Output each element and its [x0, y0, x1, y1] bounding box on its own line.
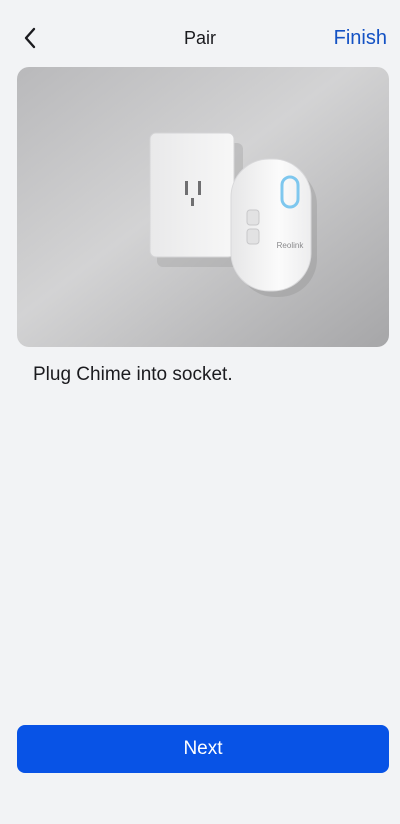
nav-bar: Pair Finish	[0, 0, 400, 76]
instruction-text: Plug Chime into socket.	[33, 364, 233, 385]
next-button[interactable]: Next	[17, 725, 389, 773]
finish-button[interactable]: Finish	[334, 27, 387, 50]
brand-logo: Reolink	[277, 241, 305, 250]
chime-in-socket-image: Reolink	[17, 67, 389, 347]
